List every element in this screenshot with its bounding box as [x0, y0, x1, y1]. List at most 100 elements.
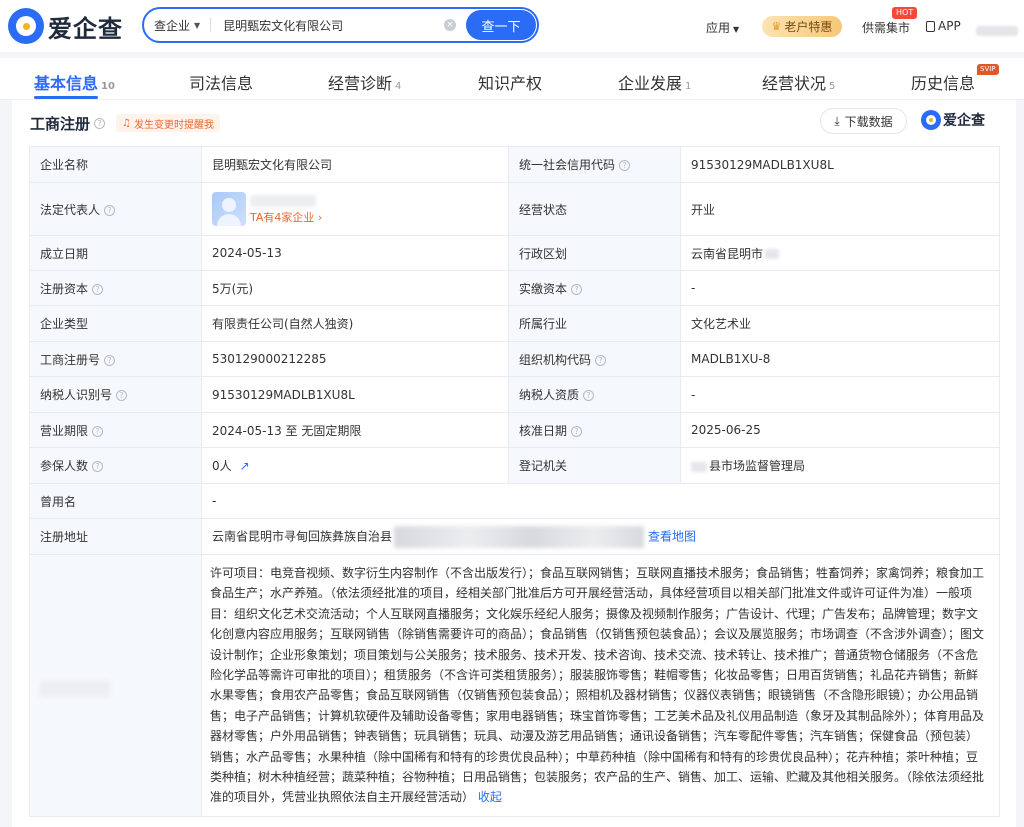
- help-icon[interactable]: ?: [583, 390, 595, 401]
- tab-label: 企业发展: [618, 74, 683, 93]
- credit-code-key: 统一社会信用代码: [519, 158, 616, 172]
- logo-mark-icon: [921, 110, 941, 130]
- tab-basic-info[interactable]: 基本信息 10: [34, 70, 115, 94]
- apps-menu[interactable]: 应用 ▼: [706, 19, 739, 36]
- view-map-link[interactable]: 查看地图: [648, 529, 696, 543]
- cell-key: 成立日期: [29, 235, 202, 271]
- svip-badge: SVIP: [977, 64, 999, 75]
- cell-key: 注册地址: [29, 518, 202, 555]
- help-icon[interactable]: ?: [571, 283, 583, 295]
- app-download-link[interactable]: APP: [926, 19, 961, 33]
- trend-chart-icon[interactable]: ↗: [240, 459, 250, 473]
- cell-key: 组织机构代码?: [508, 341, 681, 377]
- tab-development[interactable]: 企业发展 1: [618, 70, 691, 94]
- table-row: 曾用名 -: [29, 483, 1000, 519]
- legal-rep-name[interactable]: [250, 195, 316, 207]
- redacted-text: [691, 461, 707, 472]
- tax-id-key: 纳税人识别号: [40, 388, 113, 402]
- hot-badge: HOT: [892, 7, 918, 19]
- market-link[interactable]: 供需集市: [862, 19, 910, 36]
- top-bar: 爱企查 查企业 ▼ 昆明甄宏文化有限公司 × 查一下 应用 ▼ ♛ 老户特惠 供需集…: [0, 0, 1024, 52]
- crown-icon: ♛: [771, 20, 782, 33]
- help-icon[interactable]: ?: [104, 204, 116, 216]
- tab-ip[interactable]: 知识产权: [478, 70, 542, 94]
- help-icon[interactable]: ?: [619, 160, 631, 171]
- tab-count: 4: [395, 81, 402, 92]
- caret-down-icon: ▼: [194, 20, 201, 30]
- search-input[interactable]: 昆明甄宏文化有限公司: [223, 17, 444, 34]
- logo-mark-icon: [8, 8, 44, 44]
- user-avatar[interactable]: [976, 26, 1018, 36]
- search-type-select[interactable]: 查企业 ▼: [154, 17, 200, 34]
- vip-offer-button[interactable]: ♛ 老户特惠: [762, 16, 842, 37]
- tab-count: 1: [685, 81, 692, 92]
- legal-rep-companies-link[interactable]: TA有4家企业 ›: [250, 209, 322, 225]
- found-date-value: 2024-05-13: [201, 235, 509, 271]
- collapse-link[interactable]: 收起: [478, 790, 502, 804]
- org-code-key: 组织机构代码: [519, 352, 592, 367]
- cell-key: [29, 554, 202, 817]
- redacted-label: [40, 681, 110, 698]
- approve-value: 2025-06-25: [680, 412, 1000, 448]
- section-title: 工商注册 ?: [30, 113, 106, 134]
- table-row: 企业类型 有限责任公司(自然人独资) 所属行业 文化艺术业: [29, 305, 1000, 342]
- cell-key: 企业名称: [29, 146, 202, 183]
- table-row: 企业名称 昆明甄宏文化有限公司 统一社会信用代码? 91530129MADLB1…: [29, 146, 1000, 183]
- address-value: 云南省昆明市寻甸回族彝族自治县: [212, 529, 393, 543]
- reg-no-value: 530129000212285: [201, 341, 509, 377]
- download-data-button[interactable]: ⤓ 下载数据: [820, 108, 907, 134]
- help-icon[interactable]: ?: [104, 354, 116, 366]
- tab-business-diagnosis[interactable]: 经营诊断 4: [328, 70, 401, 94]
- help-icon[interactable]: ?: [571, 425, 583, 437]
- help-icon[interactable]: ?: [94, 118, 106, 129]
- tab-count: 10: [101, 81, 115, 92]
- clear-icon[interactable]: ×: [444, 19, 456, 31]
- org-code-value: MADLB1XU-8: [680, 341, 1000, 377]
- cell-key: 统一社会信用代码?: [508, 146, 681, 183]
- tab-history[interactable]: 历史信息: [911, 70, 975, 94]
- legal-rep-key: 法定代表人: [40, 202, 101, 217]
- section-title-text: 工商注册: [30, 115, 91, 133]
- region-value: 云南省昆明市: [691, 246, 764, 261]
- cell-key: 所属行业: [508, 305, 681, 342]
- help-icon[interactable]: ?: [92, 461, 104, 472]
- change-remind-button[interactable]: ♫ 发生变更时提醒我: [116, 114, 220, 132]
- tab-judicial-info[interactable]: 司法信息: [189, 70, 253, 94]
- table-row: 工商注册号? 530129000212285 组织机构代码? MADLB1XU-…: [29, 341, 1000, 377]
- search-type-label: 查企业: [154, 18, 191, 33]
- business-registration-card: 工商注册 ? ♫ 发生变更时提醒我 ⤓ 下载数据 爱企查 企业名称 昆明甄宏文化…: [12, 100, 1016, 827]
- tab-count: 5: [829, 81, 836, 92]
- vip-label: 老户特惠: [784, 20, 833, 34]
- reg-capital-value: 5万(元): [201, 270, 509, 306]
- table-row: 成立日期 2024-05-13 行政区划 云南省昆明市: [29, 235, 1000, 271]
- help-icon[interactable]: ?: [92, 425, 104, 437]
- search-button[interactable]: 查一下: [466, 10, 536, 40]
- cell-key: 企业类型: [29, 305, 202, 342]
- business-scope-cell: 许可项目：电竞音视频、数字衍生内容制作（不含出版发行）；食品互联网销售；互联网直…: [201, 554, 1000, 817]
- insured-key: 参保人数: [40, 459, 89, 473]
- avatar[interactable]: [212, 192, 246, 226]
- help-icon[interactable]: ?: [116, 390, 128, 401]
- tax-qual-value: -: [680, 376, 1000, 413]
- tab-label: 基本信息: [34, 74, 99, 93]
- help-icon[interactable]: ?: [92, 283, 104, 295]
- apps-label: 应用: [706, 21, 731, 35]
- brand-watermark: 爱企查: [921, 109, 985, 131]
- reg-capital-key: 注册资本: [40, 281, 89, 296]
- phone-icon: [926, 20, 935, 32]
- remind-label: 发生变更时提醒我: [133, 119, 214, 131]
- active-tab-indicator: [34, 96, 98, 99]
- caret-down-icon: ▼: [733, 25, 740, 34]
- logo[interactable]: 爱企查: [8, 8, 123, 44]
- company-name-value: 昆明甄宏文化有限公司: [201, 146, 509, 183]
- tab-operations[interactable]: 经营状况 5: [762, 70, 835, 94]
- tab-bar: 基本信息 10 司法信息 经营诊断 4 知识产权 企业发展 1 经营状况 5 历史信息 …: [0, 58, 1024, 100]
- table-row: 参保人数? 0人 ↗ 登记机关 县市场监督管理局: [29, 447, 1000, 484]
- cell-key: 曾用名: [29, 483, 202, 519]
- tax-qual-key: 纳税人资质: [519, 388, 580, 402]
- paid-capital-value: -: [680, 270, 1000, 306]
- help-icon[interactable]: ?: [595, 354, 607, 366]
- table-row: 注册地址 云南省昆明市寻甸回族彝族自治县 查看地图: [29, 518, 1000, 555]
- bell-icon: ♫: [122, 117, 131, 129]
- table-row: 营业期限? 2024-05-13 至 无固定期限 核准日期? 2025-06-2…: [29, 412, 1000, 448]
